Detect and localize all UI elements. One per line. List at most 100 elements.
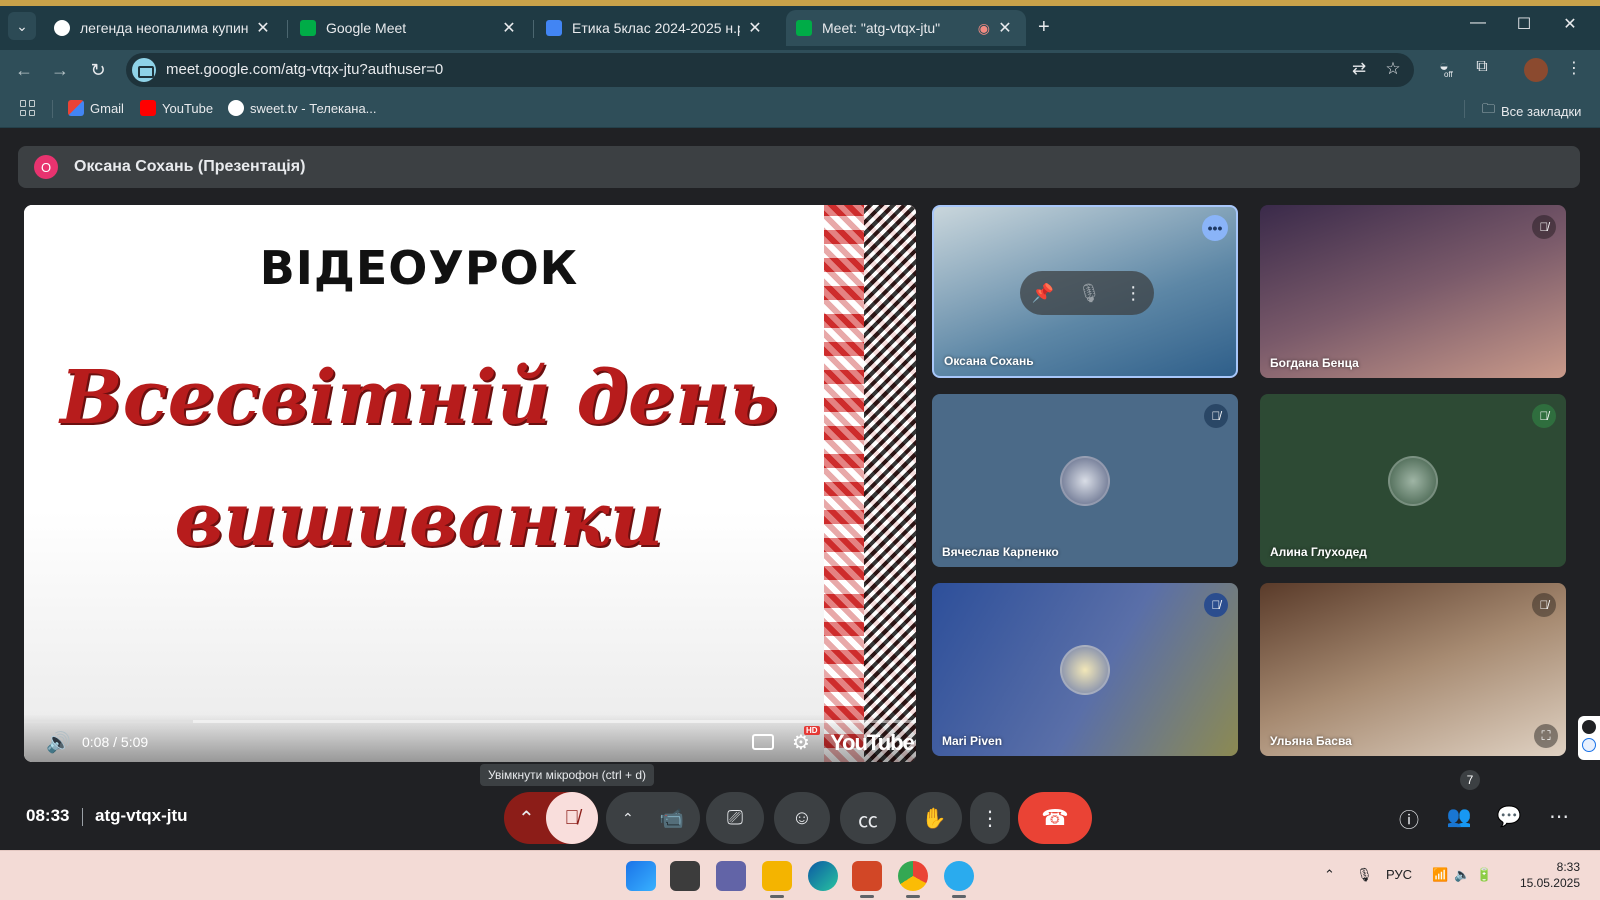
battery-icon[interactable]: 🔋: [1476, 867, 1492, 883]
avatar: [1388, 456, 1438, 506]
captions-icon[interactable]: [752, 734, 774, 750]
close-icon[interactable]: ✕: [500, 18, 518, 38]
maximize-button[interactable]: ☐: [1504, 14, 1544, 34]
volume-icon[interactable]: 🔊: [46, 730, 71, 755]
camera-control-group[interactable]: ⌃ 📹: [606, 792, 700, 844]
chevron-up-icon[interactable]: ⌃: [622, 810, 634, 827]
close-window-button[interactable]: ✕: [1550, 14, 1590, 34]
tab-legend[interactable]: легенда неопалима купина - П ✕: [44, 10, 284, 46]
participant-name: Оксана Сохань: [944, 354, 1034, 368]
url-text: meet.google.com/atg-vtqx-jtu?authuser=0: [166, 61, 444, 78]
pin-icon[interactable]: 📌: [1032, 283, 1054, 304]
hd-badge: HD: [804, 726, 820, 735]
participant-tile[interactable]: 🎙̸ Mari Piven: [932, 583, 1238, 756]
youtube-logo[interactable]: YouTube: [830, 730, 915, 756]
start-button[interactable]: [626, 861, 656, 891]
crop-icon[interactable]: ⛶: [1534, 724, 1558, 748]
address-bar[interactable]: meet.google.com/atg-vtqx-jtu?authuser=0 …: [126, 53, 1414, 87]
task-view-icon[interactable]: [670, 861, 700, 891]
side-extension-panel[interactable]: [1578, 716, 1600, 760]
bookmark-sweettv[interactable]: sweet.tv - Телекана...: [228, 100, 377, 116]
bookmark-divider: [1464, 100, 1465, 118]
translate-icon[interactable]: ⇄: [1348, 59, 1370, 79]
microphone-icon[interactable]: 🎙: [1356, 867, 1373, 883]
raise-hand-button[interactable]: ✋: [906, 792, 962, 844]
file-explorer-icon[interactable]: [762, 861, 792, 898]
teams-icon[interactable]: [716, 861, 746, 891]
chrome-icon[interactable]: [898, 861, 928, 898]
youtube-icon: [140, 100, 156, 116]
extension-icon[interactable]: [1582, 738, 1596, 752]
edge-icon[interactable]: [808, 861, 838, 891]
tab-etyka[interactable]: Етика 5клас 2024-2025 н.р. ✕: [536, 10, 776, 46]
tab-search-button[interactable]: ⌄: [8, 12, 36, 40]
participant-tile[interactable]: 🎙̸ Богдана Бенца: [1260, 205, 1566, 378]
telegram-icon[interactable]: [944, 861, 974, 898]
site-info-icon[interactable]: [132, 58, 156, 82]
input-language[interactable]: РУС: [1386, 867, 1412, 882]
people-button[interactable]: 👥: [1445, 804, 1473, 832]
more-options-button[interactable]: ⋮: [970, 792, 1010, 844]
volume-icon[interactable]: 🔈: [1454, 867, 1470, 883]
forward-button[interactable]: →: [48, 58, 72, 82]
activities-button[interactable]: ⋯: [1545, 804, 1573, 832]
meeting-info-button[interactable]: ⓘ: [1395, 804, 1423, 832]
kebab-menu-icon[interactable]: ⋮: [1562, 58, 1586, 78]
close-icon[interactable]: ✕: [996, 18, 1014, 38]
participant-tile[interactable]: 🎙̸ ⛶ Ульяна Басва: [1260, 583, 1566, 756]
all-bookmarks[interactable]: 🗀 Все закладки: [1482, 100, 1581, 122]
video-controls: 🔊 0:08 / 5:09 ⚙ HD YouTube: [24, 714, 916, 762]
back-button[interactable]: ←: [12, 58, 36, 82]
new-tab-button[interactable]: +: [1038, 16, 1050, 39]
present-screen-button[interactable]: ⎚: [706, 792, 764, 844]
people-count-badge: 7: [1460, 770, 1480, 790]
meet-controls-bar: 08:33 atg-vtqx-jtu Увімкнути мікрофон (c…: [0, 762, 1600, 850]
reload-button[interactable]: ↻: [86, 58, 110, 82]
kebab-menu-icon: ⋮: [980, 807, 1000, 830]
bookmark-youtube[interactable]: YouTube: [140, 100, 213, 116]
bookmark-gmail[interactable]: Gmail: [68, 100, 124, 116]
puzzle-icon[interactable]: ⧉: [1470, 58, 1494, 76]
chat-button[interactable]: 💬: [1495, 804, 1523, 832]
participant-name: Ульяна Басва: [1270, 734, 1352, 748]
mic-off-icon: 🎙̸: [1532, 404, 1556, 428]
star-icon[interactable]: ☆: [1382, 59, 1404, 79]
profile-avatar[interactable]: [1524, 58, 1548, 82]
close-icon[interactable]: ✕: [254, 18, 272, 38]
system-clock[interactable]: 8:33 15.05.2025: [1518, 859, 1580, 891]
reload-icon: ↻: [90, 60, 106, 80]
presenter-label: Оксана Сохань (Презентація): [74, 158, 306, 175]
mic-icon[interactable]: 🎙: [1078, 283, 1101, 304]
video-time: 0:08 / 5:09: [82, 734, 149, 750]
captions-button[interactable]: ㏄: [840, 792, 896, 844]
avatar: [1060, 645, 1110, 695]
mic-toggle-button[interactable]: 🎙̸: [546, 792, 598, 844]
tab-meet-active[interactable]: Meet: "atg-vtqx-jtu" ◉ ✕: [786, 10, 1026, 46]
avatar: [1060, 456, 1110, 506]
participant-tile[interactable]: 📌 🎙 ⋮ ••• Оксана Сохань: [932, 205, 1238, 378]
slide-title-line1: Всесвітній день: [60, 355, 778, 441]
tab-divider: [287, 20, 288, 38]
camera-icon[interactable]: 📹: [659, 806, 684, 831]
video-progress-bar[interactable]: [24, 720, 916, 723]
end-call-button[interactable]: ☎: [1018, 792, 1092, 844]
powerpoint-icon[interactable]: [852, 861, 882, 898]
participant-tile[interactable]: 🎙̸ Алина Глуходед: [1260, 394, 1566, 567]
tab-google-meet[interactable]: Google Meet ✕: [290, 10, 530, 46]
participant-tile[interactable]: 🎙̸ Вячеслав Карпенко: [932, 394, 1238, 567]
tray-overflow-icon[interactable]: ⌃: [1324, 867, 1335, 883]
kebab-menu-icon[interactable]: ⋮: [1124, 283, 1142, 304]
close-icon[interactable]: ✕: [746, 18, 764, 38]
close-icon[interactable]: [1582, 720, 1596, 734]
shared-screen[interactable]: ВІДЕОУРОК Всесвітній день вишиванки 🔊 0:…: [24, 205, 916, 762]
apps-icon[interactable]: [20, 100, 36, 116]
browser-toolbar: ← → ↻ meet.google.com/atg-vtqx-jtu?authu…: [0, 50, 1600, 90]
reactions-button[interactable]: ☺: [774, 792, 830, 844]
more-options-icon[interactable]: •••: [1202, 215, 1228, 241]
wifi-icon[interactable]: 📶: [1432, 867, 1448, 883]
recording-icon: ◉: [977, 19, 990, 36]
arrow-left-icon: ←: [15, 60, 33, 80]
extension-off-icon[interactable]: ◒ off: [1432, 58, 1456, 79]
minimize-button[interactable]: —: [1458, 14, 1498, 32]
bookmarks-bar: Gmail YouTube sweet.tv - Телекана... 🗀 В…: [0, 90, 1600, 128]
